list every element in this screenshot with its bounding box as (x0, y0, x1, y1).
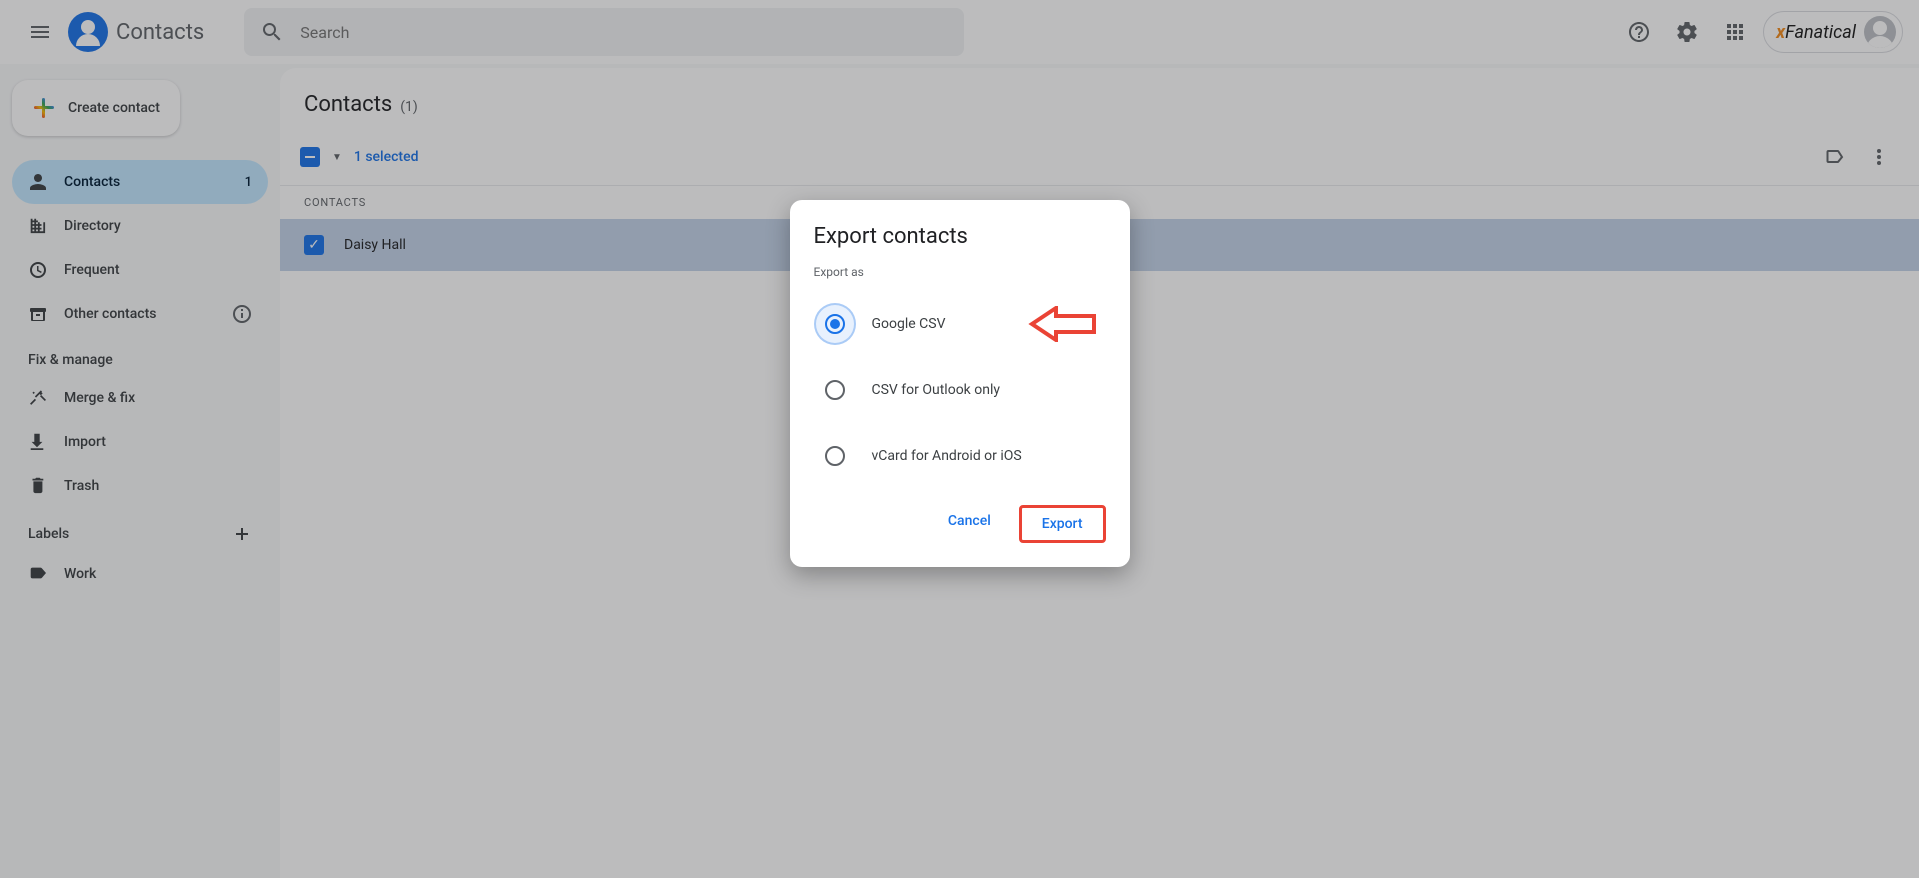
radio-label: CSV for Outlook only (872, 382, 1001, 398)
domain-icon (28, 216, 48, 236)
more-actions-button[interactable] (1859, 137, 1899, 177)
cancel-button[interactable]: Cancel (928, 505, 1011, 543)
create-label: Create contact (68, 100, 160, 116)
header: Contacts xFanatical (0, 0, 1919, 64)
radio-button[interactable] (814, 303, 856, 345)
selection-toolbar: ▼ 1 selected (280, 129, 1919, 185)
search-input[interactable] (300, 23, 948, 42)
radio-google-csv[interactable]: Google CSV (814, 291, 1106, 357)
export-dialog: Export contacts Export as Google CSV CSV… (790, 200, 1130, 567)
page-count: (1) (400, 99, 418, 115)
radio-button[interactable] (814, 435, 856, 477)
sidebar-item-merge[interactable]: Merge & fix (12, 376, 268, 420)
account-brand: xFanatical (1776, 22, 1856, 43)
app-logo[interactable]: Contacts (68, 12, 204, 52)
sidebar-item-frequent[interactable]: Frequent (12, 248, 268, 292)
sidebar-item-trash[interactable]: Trash (12, 464, 268, 508)
hamburger-icon (28, 20, 52, 44)
nav-label: Merge & fix (64, 390, 135, 406)
sidebar: Create contact Contacts 1 Directory Freq… (0, 64, 280, 878)
label-outline-icon (1824, 146, 1846, 168)
export-button[interactable]: Export (1019, 505, 1106, 543)
avatar-icon (1864, 16, 1896, 48)
radio-outlook-csv[interactable]: CSV for Outlook only (814, 357, 1106, 423)
dialog-subtitle: Export as (814, 265, 1106, 279)
radio-label: vCard for Android or iOS (872, 448, 1022, 464)
create-contact-button[interactable]: Create contact (12, 80, 180, 136)
page-title: Contacts (304, 92, 392, 117)
download-icon (28, 432, 48, 452)
nav-label: Work (64, 566, 96, 582)
main-menu-button[interactable] (16, 8, 64, 56)
settings-button[interactable] (1667, 12, 1707, 52)
help-icon (1627, 20, 1651, 44)
gear-icon (1675, 20, 1699, 44)
sidebar-item-import[interactable]: Import (12, 420, 268, 464)
row-checkbox[interactable]: ✓ (304, 235, 324, 255)
trash-icon (28, 476, 48, 496)
sidebar-label-work[interactable]: Work (12, 552, 268, 596)
plus-icon (32, 96, 56, 120)
radio-button[interactable] (814, 369, 856, 411)
add-label-icon[interactable] (232, 524, 252, 544)
nav-label: Frequent (64, 262, 120, 278)
dialog-title: Export contacts (814, 224, 1106, 249)
radio-label: Google CSV (872, 316, 946, 332)
nav-label: Directory (64, 218, 121, 234)
search-icon (260, 20, 284, 44)
apps-button[interactable] (1715, 12, 1755, 52)
account-switcher[interactable]: xFanatical (1763, 11, 1903, 53)
labels-heading: Labels (12, 508, 268, 552)
person-icon (28, 172, 48, 192)
info-icon[interactable] (232, 304, 252, 324)
nav-count: 1 (245, 175, 252, 190)
select-all-checkbox[interactable] (300, 147, 320, 167)
fix-manage-heading: Fix & manage (12, 336, 268, 376)
nav-label: Trash (64, 478, 99, 494)
sidebar-item-contacts[interactable]: Contacts 1 (12, 160, 268, 204)
more-vert-icon (1868, 146, 1890, 168)
annotation-arrow-icon (1026, 306, 1096, 342)
search-bar[interactable] (244, 8, 964, 56)
selected-count: 1 selected (354, 149, 419, 165)
check-icon: ✓ (308, 237, 320, 253)
label-action-button[interactable] (1815, 137, 1855, 177)
nav-label: Contacts (64, 174, 120, 190)
archive-icon (28, 304, 48, 324)
radio-vcard[interactable]: vCard for Android or iOS (814, 423, 1106, 489)
tools-icon (28, 388, 48, 408)
selection-dropdown[interactable]: ▼ (332, 152, 342, 163)
nav-label: Other contacts (64, 306, 156, 322)
app-name: Contacts (116, 20, 204, 45)
nav-label: Import (64, 434, 106, 450)
label-icon (28, 564, 48, 584)
contacts-logo-icon (68, 12, 108, 52)
apps-grid-icon (1723, 20, 1747, 44)
sidebar-item-directory[interactable]: Directory (12, 204, 268, 248)
help-button[interactable] (1619, 12, 1659, 52)
sidebar-item-other[interactable]: Other contacts (12, 292, 268, 336)
history-icon (28, 260, 48, 280)
